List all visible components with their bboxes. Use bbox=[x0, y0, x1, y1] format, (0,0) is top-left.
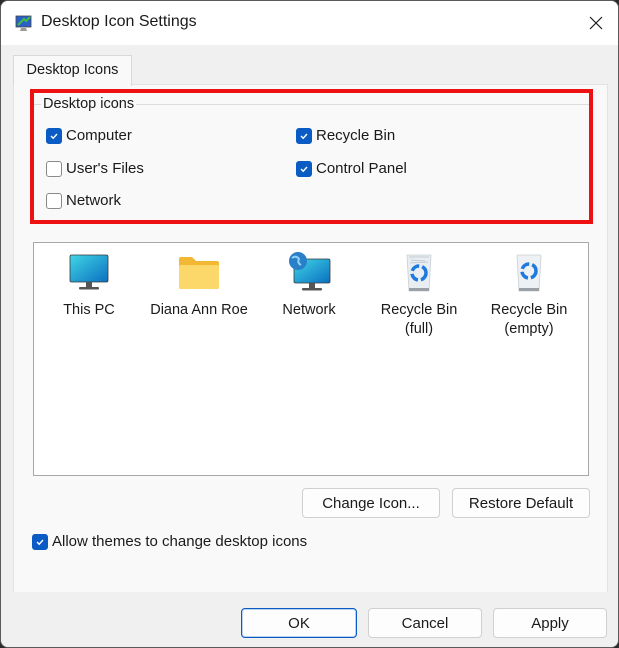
change-icon-button[interactable]: Change Icon... bbox=[302, 488, 440, 518]
folder-icon bbox=[179, 257, 219, 289]
list-item-user-folder[interactable]: Diana Ann Roe bbox=[149, 251, 249, 320]
network-icon bbox=[289, 252, 331, 291]
title-bar: Desktop Icon Settings bbox=[1, 1, 618, 45]
cancel-button[interactable]: Cancel bbox=[368, 608, 482, 638]
window-title: Desktop Icon Settings bbox=[41, 13, 197, 30]
list-item-network[interactable]: Network bbox=[259, 251, 359, 320]
item-label: Diana Ann Roe bbox=[150, 302, 248, 318]
item-label: Recycle Bin (empty) bbox=[490, 302, 568, 337]
highlight-box bbox=[30, 89, 593, 224]
recycle-bin-empty-icon bbox=[516, 254, 542, 292]
list-item-this-pc[interactable]: This PC bbox=[39, 251, 139, 320]
list-item-recycle-bin-full[interactable]: Recycle Bin (full) bbox=[369, 251, 469, 339]
restore-default-button[interactable]: Restore Default bbox=[452, 488, 590, 518]
list-item-recycle-bin-empty[interactable]: Recycle Bin (empty) bbox=[479, 251, 579, 339]
apply-button[interactable]: Apply bbox=[493, 608, 607, 638]
icon-list[interactable]: This PC Diana Ann Roe Network Recycle Bi… bbox=[33, 242, 589, 476]
tab-desktop-icons[interactable]: Desktop Icons bbox=[13, 55, 132, 86]
item-label: Network bbox=[282, 302, 336, 318]
close-button[interactable] bbox=[574, 1, 618, 45]
desktop-settings-icon bbox=[15, 15, 32, 31]
close-icon bbox=[589, 16, 603, 30]
ok-button[interactable]: OK bbox=[241, 608, 357, 638]
item-label: Recycle Bin (full) bbox=[380, 302, 458, 337]
recycle-bin-full-icon bbox=[406, 254, 432, 292]
checkmark-icon bbox=[36, 539, 44, 545]
item-label: This PC bbox=[63, 302, 115, 318]
checkbox-box[interactable] bbox=[32, 533, 48, 550]
checkbox-label: Allow themes to change desktop icons bbox=[52, 533, 308, 550]
dialog-window: Desktop Icon Settings Desktop Icons Desk… bbox=[0, 0, 619, 648]
checkbox-allow-themes[interactable]: Allow themes to change desktop icons bbox=[32, 533, 307, 550]
monitor-icon bbox=[69, 254, 109, 290]
